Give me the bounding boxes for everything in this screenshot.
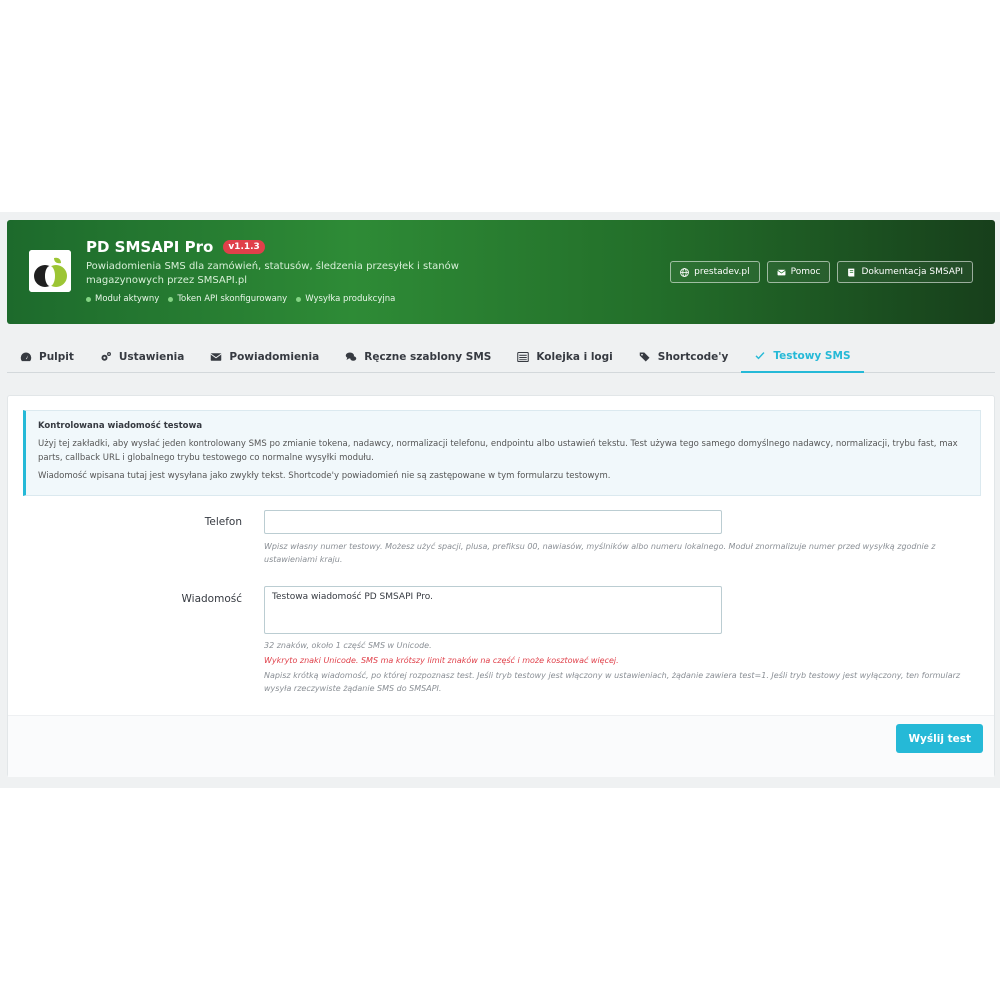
docs-button[interactable]: Dokumentacja SMSAPI <box>837 261 973 283</box>
dashboard-icon <box>20 352 32 361</box>
status-label: Moduł aktywny <box>95 294 160 304</box>
tab-ustawienia[interactable]: Ustawienia <box>87 340 197 373</box>
envelope-icon <box>776 269 786 275</box>
status-dot-icon <box>168 296 174 302</box>
module-page: PD SMSAPI Pro v1.1.3 Powiadomienia SMS d… <box>0 212 1000 788</box>
message-help: Napisz krótką wiadomość, po której rozpo… <box>264 671 961 693</box>
tab-label: Testowy SMS <box>773 349 851 362</box>
module-title: PD SMSAPI Pro <box>86 238 214 256</box>
phone-help: Wpisz własny numer testowy. Możesz użyć … <box>264 542 936 564</box>
tab-powiadomienia[interactable]: Powiadomienia <box>197 340 332 373</box>
phone-label: Telefon <box>204 516 242 528</box>
status-module-active: Moduł aktywny <box>86 294 159 304</box>
comments-icon <box>345 352 357 361</box>
tab-label: Pulpit <box>39 350 74 363</box>
globe-icon <box>680 267 690 277</box>
status-production: Wysyłka produkcyjna <box>296 294 395 304</box>
tab-pulpit[interactable]: Pulpit <box>7 340 87 373</box>
envelope-icon <box>210 352 222 361</box>
alert-title: Kontrolowana wiadomość testowa <box>38 421 203 431</box>
check-icon <box>755 351 765 359</box>
website-link-label: prestadev.pl <box>694 267 750 277</box>
tab-label: Ustawienia <box>118 350 185 363</box>
tab-label: Kolejka i logi <box>536 350 613 363</box>
module-header-banner: PD SMSAPI Pro v1.1.3 Powiadomienia SMS d… <box>7 220 995 324</box>
help-button[interactable]: Pomoc <box>766 261 831 283</box>
message-textarea[interactable]: Testowa wiadomość PD SMSAPI Pro. <box>264 586 722 634</box>
module-tabs: Pulpit Ustawienia Powiadomienia Ręczne s… <box>7 340 995 373</box>
status-label: Token API skonfigurowany <box>177 294 288 304</box>
module-title-row: PD SMSAPI Pro v1.1.3 <box>86 238 265 256</box>
version-badge: v1.1.3 <box>223 240 265 254</box>
status-label: Wysyłka produkcyjna <box>305 294 396 304</box>
test-sms-panel: Kontrolowana wiadomość testowa Użyj tej … <box>7 395 995 777</box>
phone-input[interactable] <box>264 510 722 534</box>
list-icon <box>517 351 530 362</box>
send-test-button[interactable]: Wyślij test <box>896 724 983 753</box>
status-dot-icon <box>296 296 302 302</box>
alert-text: Użyj tej zakładki, aby wysłać jeden kont… <box>38 439 958 463</box>
alert-text-secondary: Wiadomość wpisana tutaj jest wysyłana ja… <box>38 471 611 481</box>
tab-label: Powiadomienia <box>229 350 320 363</box>
docs-label: Dokumentacja SMSAPI <box>861 267 963 277</box>
book-icon <box>848 268 855 276</box>
module-status-list: Moduł aktywny Token API skonfigurowany W… <box>86 294 395 304</box>
tab-reczne-szablony[interactable]: Ręczne szablony SMS <box>332 340 504 373</box>
module-logo <box>29 250 71 292</box>
message-counter: 32 znaków, około 1 część SMS w Unicode. <box>264 641 432 650</box>
unicode-warning: Wykryto znaki Unicode. SMS ma krótszy li… <box>264 656 619 665</box>
tags-icon <box>639 352 650 361</box>
message-label: Wiadomość <box>181 593 243 605</box>
tab-shortcodes[interactable]: Shortcode'y <box>626 340 742 373</box>
website-link-button[interactable]: prestadev.pl <box>670 261 760 283</box>
help-label: Pomoc <box>790 267 821 277</box>
tab-label: Shortcode'y <box>657 350 729 363</box>
module-subtitle: Powiadomienia SMS dla zamówień, statusów… <box>86 261 459 286</box>
panel-footer: Wyślij test <box>8 715 994 777</box>
tab-testowy-sms[interactable]: Testowy SMS <box>741 340 864 373</box>
tab-label: Ręczne szablony SMS <box>364 350 492 363</box>
info-alert: Kontrolowana wiadomość testowa Użyj tej … <box>23 410 981 496</box>
tab-kolejka-logi[interactable]: Kolejka i logi <box>504 340 625 373</box>
status-token-configured: Token API skonfigurowany <box>168 294 287 304</box>
cogs-icon <box>101 351 111 361</box>
status-dot-icon <box>86 296 91 302</box>
header-actions: prestadev.pl Pomoc Dokumentacja SMSAPI <box>670 261 973 283</box>
